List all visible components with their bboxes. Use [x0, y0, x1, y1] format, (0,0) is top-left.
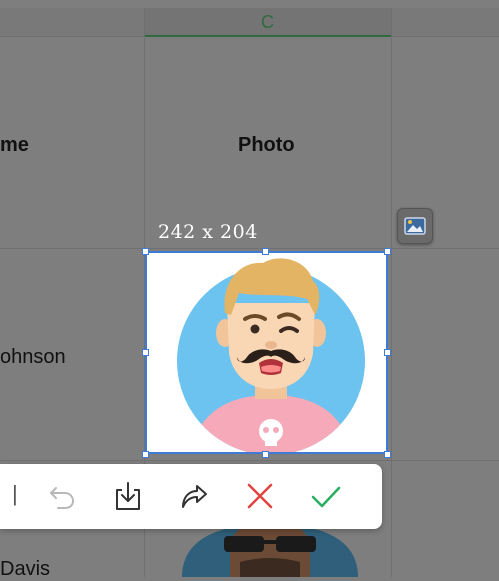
row-divider [0, 248, 499, 249]
name-cell[interactable]: ohnson [0, 346, 66, 369]
cancel-button[interactable] [242, 478, 278, 514]
toolbar-separator: | [12, 481, 18, 506]
avatar-photo [177, 258, 365, 452]
selected-photo[interactable] [145, 251, 388, 454]
resize-handle-top-left[interactable] [142, 248, 149, 255]
confirm-button[interactable] [308, 478, 344, 514]
resize-handle-bottom-right[interactable] [384, 451, 391, 458]
resize-handle-top[interactable] [262, 248, 269, 255]
redo-button[interactable] [176, 478, 212, 514]
column-c-header[interactable]: C [144, 8, 391, 37]
save-button[interactable] [110, 478, 146, 514]
undo-button[interactable] [44, 478, 80, 514]
close-icon [247, 483, 273, 509]
image-options-button[interactable] [397, 208, 433, 244]
download-icon [116, 482, 140, 510]
resize-handle-left[interactable] [142, 349, 149, 356]
resize-handle-bottom-left[interactable] [142, 451, 149, 458]
name-column-header: me [0, 134, 29, 156]
image-icon [404, 217, 426, 235]
image-edit-toolbar: | [0, 464, 382, 529]
resize-handle-top-right[interactable] [384, 248, 391, 255]
photo-column-header: Photo [238, 134, 295, 156]
image-size-label: 242 x 204 [158, 221, 258, 243]
redo-icon [182, 485, 207, 508]
name-cell[interactable]: Davis [0, 558, 50, 581]
undo-icon [50, 487, 75, 509]
row-divider [0, 460, 499, 461]
resize-handle-right[interactable] [384, 349, 391, 356]
column-divider [391, 8, 392, 577]
resize-handle-bottom[interactable] [262, 451, 269, 458]
check-icon [311, 486, 341, 508]
